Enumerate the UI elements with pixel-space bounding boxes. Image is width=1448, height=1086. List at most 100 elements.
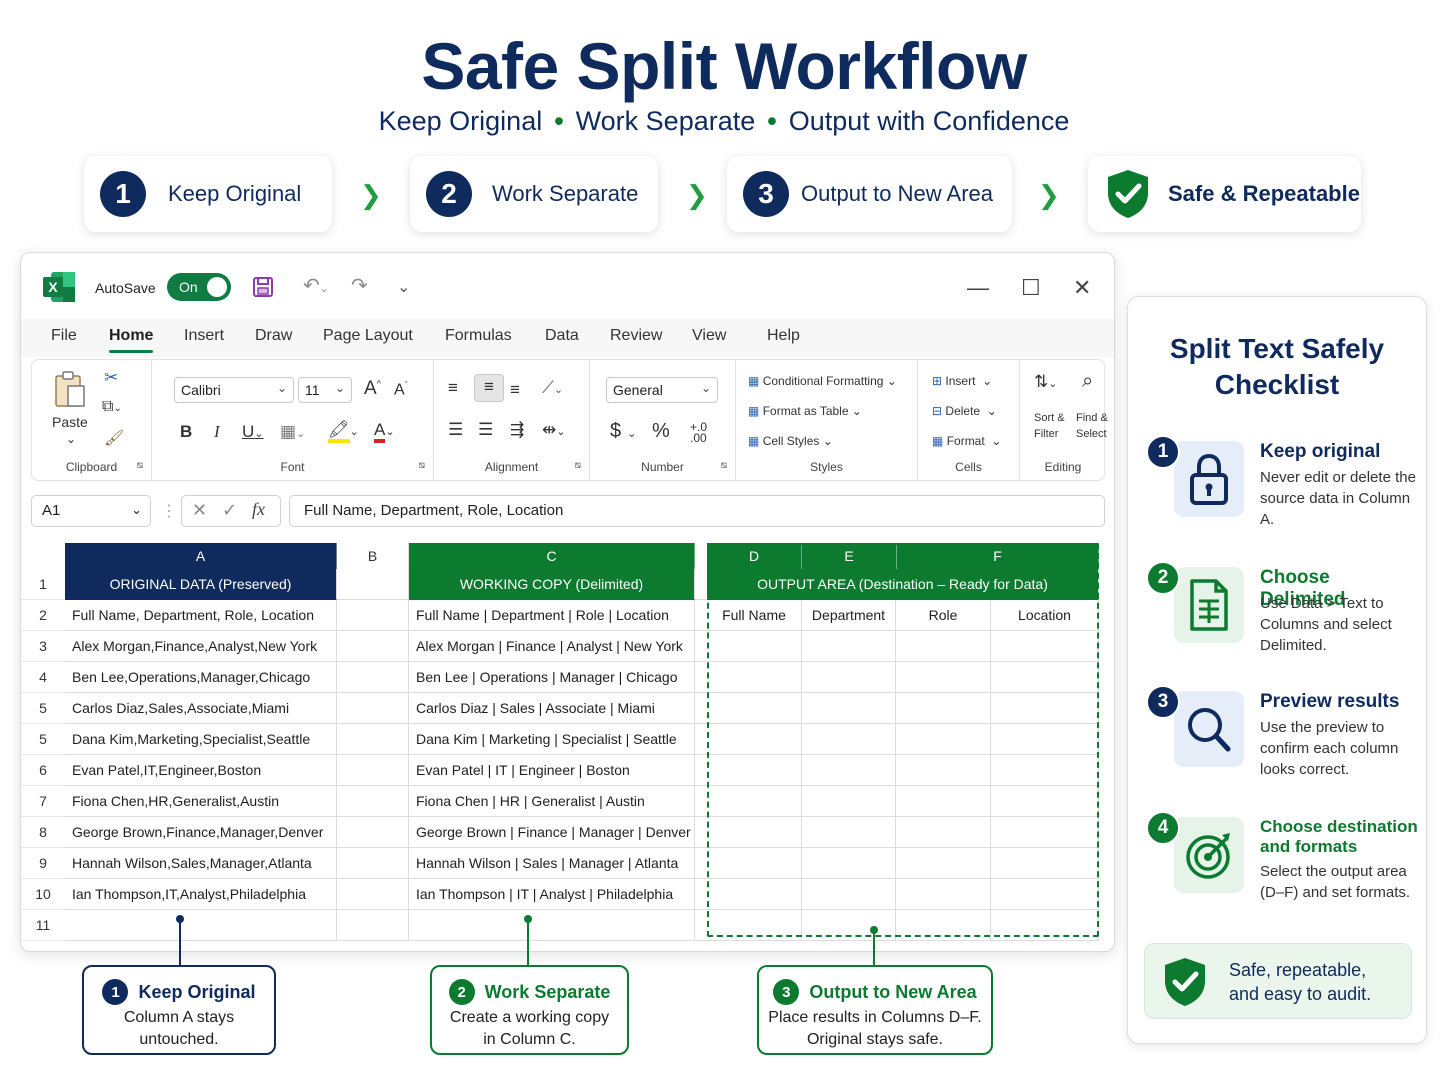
output-cell[interactable] — [896, 662, 991, 693]
output-cell[interactable] — [802, 693, 896, 724]
tab-view[interactable]: View — [692, 327, 726, 345]
table-cell[interactable]: George Brown | Finance | Manager | Denve… — [409, 817, 695, 848]
row-header[interactable]: 8 — [21, 817, 65, 848]
tab-formulas[interactable]: Formulas — [445, 327, 512, 345]
output-cell[interactable] — [707, 786, 802, 817]
tab-data[interactable]: Data — [545, 327, 579, 345]
column-header-a[interactable]: A — [65, 543, 337, 569]
table-cell[interactable]: Dana Kim,Marketing,Specialist,Seattle — [65, 724, 337, 755]
cell-styles-button[interactable]: ▦ Cell Styles ⌄ — [748, 434, 833, 448]
table-cell[interactable]: Alex Morgan,Finance,Analyst,New York — [65, 631, 337, 662]
output-cell[interactable] — [802, 817, 896, 848]
table-cell[interactable] — [337, 724, 409, 755]
borders-icon[interactable]: ▦⌄ — [280, 422, 305, 442]
row-header[interactable]: 9 — [21, 848, 65, 879]
table-cell[interactable]: Fiona Chen | HR | Generalist | Austin — [409, 786, 695, 817]
table-cell[interactable]: Carlos Diaz,Sales,Associate,Miami — [65, 693, 337, 724]
table-cell[interactable]: Evan Patel | IT | Engineer | Boston — [409, 755, 695, 786]
table-cell[interactable] — [337, 662, 409, 693]
table-cell[interactable]: Ian Thompson | IT | Analyst | Philadelph… — [409, 879, 695, 910]
align-left-icon[interactable]: ☰ — [448, 420, 463, 440]
table-cell[interactable] — [337, 631, 409, 662]
percent-icon[interactable]: % — [652, 420, 670, 443]
column-header-d[interactable]: D — [707, 543, 802, 569]
undo-icon[interactable]: ↶⌄ — [303, 273, 329, 298]
name-box[interactable]: A1 ⌄ — [31, 495, 151, 527]
format-cells-button[interactable]: ▦ Format ⌄ — [932, 434, 1001, 448]
underline-button[interactable]: U⌄ — [242, 422, 264, 442]
format-as-table-button[interactable]: ▦ Format as Table ⌄ — [748, 404, 862, 418]
delete-cells-button[interactable]: ⊟ Delete ⌄ — [932, 404, 997, 418]
output-cell[interactable] — [802, 755, 896, 786]
table-cell[interactable]: Alex Morgan | Finance | Analyst | New Yo… — [409, 631, 695, 662]
table-cell[interactable] — [337, 848, 409, 879]
row-header[interactable]: 2 — [21, 600, 65, 631]
select-all-corner[interactable] — [21, 543, 65, 569]
row-header[interactable]: 5 — [21, 724, 65, 755]
find-icon[interactable]: ⌕ — [1082, 370, 1093, 393]
table-cell[interactable] — [337, 569, 409, 600]
tab-home[interactable]: Home — [109, 327, 154, 353]
table-cell[interactable]: Ben Lee,Operations,Manager,Chicago — [65, 662, 337, 693]
merge-icon[interactable]: ⇹⌄ — [542, 420, 565, 440]
table-cell[interactable]: Full Name | Department | Role | Location — [409, 600, 695, 631]
output-cell[interactable] — [991, 786, 1099, 817]
output-cell[interactable] — [707, 879, 802, 910]
align-bottom-icon[interactable]: ≡ — [510, 380, 520, 400]
output-cell[interactable] — [707, 724, 802, 755]
tab-draw[interactable]: Draw — [255, 327, 292, 345]
table-cell[interactable] — [337, 600, 409, 631]
table-cell[interactable]: George Brown,Finance,Manager,Denver — [65, 817, 337, 848]
formula-input[interactable]: Full Name, Department, Role, Location — [289, 495, 1105, 527]
row-header[interactable]: 4 — [21, 662, 65, 693]
column-header-e[interactable]: E — [802, 543, 897, 569]
table-cell[interactable] — [337, 879, 409, 910]
output-cell[interactable] — [896, 786, 991, 817]
wrap-text-icon[interactable]: ⇶ — [510, 420, 524, 440]
output-cell[interactable] — [896, 724, 991, 755]
table-cell[interactable] — [337, 755, 409, 786]
output-cell[interactable] — [896, 817, 991, 848]
table-cell[interactable]: Ian Thompson,IT,Analyst,Philadelphia — [65, 879, 337, 910]
output-cell[interactable] — [802, 879, 896, 910]
output-cell[interactable] — [802, 848, 896, 879]
row-header[interactable]: 3 — [21, 631, 65, 662]
autosave-toggle[interactable]: On — [167, 273, 231, 301]
paste-dropdown-icon[interactable]: ⌄ — [66, 432, 76, 446]
row-header[interactable]: 6 — [21, 755, 65, 786]
output-cell[interactable] — [991, 910, 1099, 941]
table-cell[interactable] — [409, 910, 695, 941]
currency-icon[interactable]: $ ⌄ — [610, 420, 636, 443]
bold-button[interactable]: B — [180, 422, 192, 442]
output-cell[interactable] — [991, 879, 1099, 910]
output-cell[interactable] — [802, 786, 896, 817]
decrease-font-icon[interactable]: Aˇ — [394, 380, 408, 399]
output-cell[interactable] — [802, 724, 896, 755]
output-cell[interactable] — [707, 662, 802, 693]
insert-cells-button[interactable]: ⊞ Insert ⌄ — [932, 374, 992, 388]
cancel-icon[interactable]: ✕ — [192, 500, 207, 521]
output-column-header[interactable]: Full Name — [707, 600, 802, 631]
number-format-select[interactable]: General ⌄ — [606, 377, 718, 403]
output-cell[interactable] — [707, 910, 802, 941]
orientation-icon[interactable]: ⟋⌄ — [542, 378, 563, 398]
output-cell[interactable] — [707, 631, 802, 662]
row-header[interactable]: 10 — [21, 879, 65, 910]
decimal-icon[interactable]: +.0.00 — [690, 421, 707, 444]
font-color-icon[interactable]: A⌄ — [374, 420, 395, 443]
font-size-select[interactable]: 11 ⌄ — [298, 377, 352, 403]
table-cell[interactable]: Carlos Diaz | Sales | Associate | Miami — [409, 693, 695, 724]
tab-page-layout[interactable]: Page Layout — [323, 327, 413, 345]
output-column-header[interactable]: Role — [896, 600, 991, 631]
table-cell[interactable] — [337, 910, 409, 941]
output-cell[interactable] — [991, 724, 1099, 755]
italic-button[interactable]: I — [214, 422, 220, 442]
row-header[interactable]: 5 — [21, 693, 65, 724]
close-icon[interactable]: ✕ — [1073, 275, 1091, 301]
column-header-f[interactable]: F — [897, 543, 1099, 569]
maximize-icon[interactable]: ☐ — [1021, 275, 1041, 301]
output-cell[interactable] — [896, 693, 991, 724]
find-select-label[interactable]: Find & Select — [1076, 410, 1114, 442]
function-icon[interactable]: fx — [252, 499, 265, 520]
output-cell[interactable] — [896, 910, 991, 941]
